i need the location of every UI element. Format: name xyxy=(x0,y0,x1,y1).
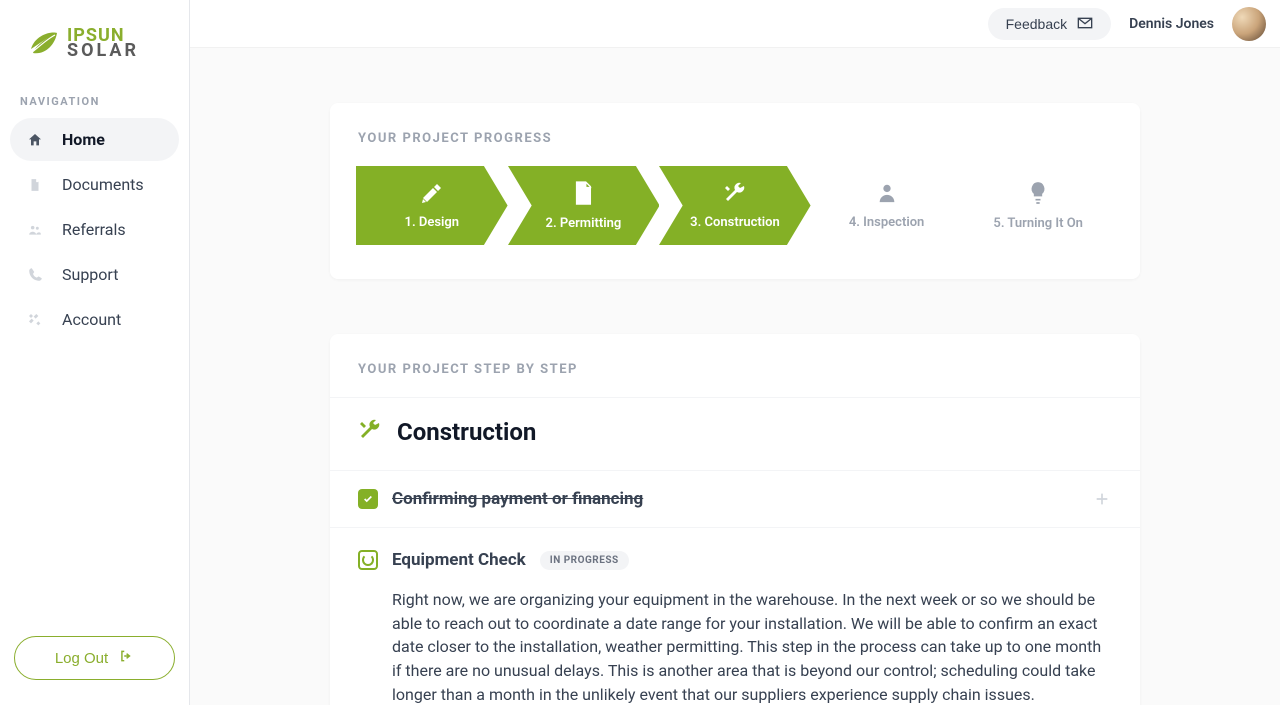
lightbulb-icon xyxy=(1028,180,1048,210)
progress-step-inspection: 4. Inspection xyxy=(811,166,963,245)
main: Feedback Dennis Jones YOUR PROJECT PROGR… xyxy=(190,0,1280,705)
person-icon xyxy=(876,181,898,209)
logout-button[interactable]: Log Out xyxy=(14,636,175,680)
nav-item-label: Support xyxy=(62,265,118,284)
step-by-step-card: YOUR PROJECT STEP BY STEP Construction C… xyxy=(330,334,1140,705)
progress-steps: 1. Design 2. Permitting 3. Construction xyxy=(330,166,1140,279)
nav-item-support[interactable]: Support xyxy=(10,253,179,296)
sbs-card-title: YOUR PROJECT STEP BY STEP xyxy=(358,362,1112,377)
logout-icon xyxy=(118,649,134,667)
nav-item-label: Documents xyxy=(62,175,144,194)
progress-step-design: 1. Design xyxy=(356,166,508,245)
users-icon xyxy=(26,223,44,237)
tools-icon xyxy=(26,312,44,328)
feedback-button[interactable]: Feedback xyxy=(988,8,1111,40)
phone-icon xyxy=(26,267,44,282)
nav-section-label: NAVIGATION xyxy=(0,81,189,118)
leaf-icon xyxy=(25,25,61,61)
home-icon xyxy=(26,132,44,148)
logout-label: Log Out xyxy=(55,650,108,667)
step-label: 4. Inspection xyxy=(849,215,925,230)
step-label: 5. Turning It On xyxy=(993,216,1083,231)
progress-card: YOUR PROJECT PROGRESS 1. Design 2. Permi… xyxy=(330,103,1140,279)
progress-card-title: YOUR PROJECT PROGRESS xyxy=(358,131,1112,146)
document-icon xyxy=(26,177,44,193)
feedback-label: Feedback xyxy=(1006,16,1067,32)
task-row-equipment-check[interactable]: Equipment Check IN PROGRESS xyxy=(330,532,1140,588)
content: YOUR PROJECT PROGRESS 1. Design 2. Permi… xyxy=(190,48,1280,705)
step-label: 1. Design xyxy=(405,215,460,230)
nav-item-referrals[interactable]: Referrals xyxy=(10,208,179,251)
wrench-icon xyxy=(721,181,749,209)
nav-item-label: Referrals xyxy=(62,220,126,239)
task-description: Right now, we are organizing your equipm… xyxy=(330,588,1140,705)
username[interactable]: Dennis Jones xyxy=(1129,16,1214,32)
nav-item-home[interactable]: Home xyxy=(10,118,179,161)
envelope-icon xyxy=(1077,16,1093,32)
nav-item-label: Home xyxy=(62,130,105,149)
topbar: Feedback Dennis Jones xyxy=(190,0,1280,48)
brand-line2: SOLAR xyxy=(67,43,139,58)
pencil-ruler-icon xyxy=(418,181,446,209)
step-label: 2. Permitting xyxy=(546,216,622,231)
spinner-icon xyxy=(358,550,378,570)
progress-step-permitting: 2. Permitting xyxy=(508,166,660,245)
expand-icon[interactable] xyxy=(1092,489,1112,509)
task-title: Confirming payment or financing xyxy=(392,489,643,509)
progress-step-construction: 3. Construction xyxy=(659,166,811,245)
check-icon xyxy=(358,489,378,509)
progress-step-turning-on: 5. Turning It On xyxy=(962,166,1114,245)
nav-item-documents[interactable]: Documents xyxy=(10,163,179,206)
nav-item-label: Account xyxy=(62,310,121,329)
current-stage-title: Construction xyxy=(397,418,536,446)
status-badge: IN PROGRESS xyxy=(540,551,629,570)
step-label: 3. Construction xyxy=(690,215,780,230)
construction-icon xyxy=(358,418,382,446)
task-title: Equipment Check xyxy=(392,550,526,570)
brand-logo[interactable]: IPSUN SOLAR xyxy=(0,15,189,81)
nav: Home Documents Referrals Support Account xyxy=(0,118,189,341)
nav-item-account[interactable]: Account xyxy=(10,298,179,341)
file-icon xyxy=(572,180,594,210)
task-row-confirming-payment[interactable]: Confirming payment or financing xyxy=(330,470,1140,527)
sidebar: IPSUN SOLAR NAVIGATION Home Documents Re… xyxy=(0,0,190,705)
avatar[interactable] xyxy=(1232,7,1266,41)
